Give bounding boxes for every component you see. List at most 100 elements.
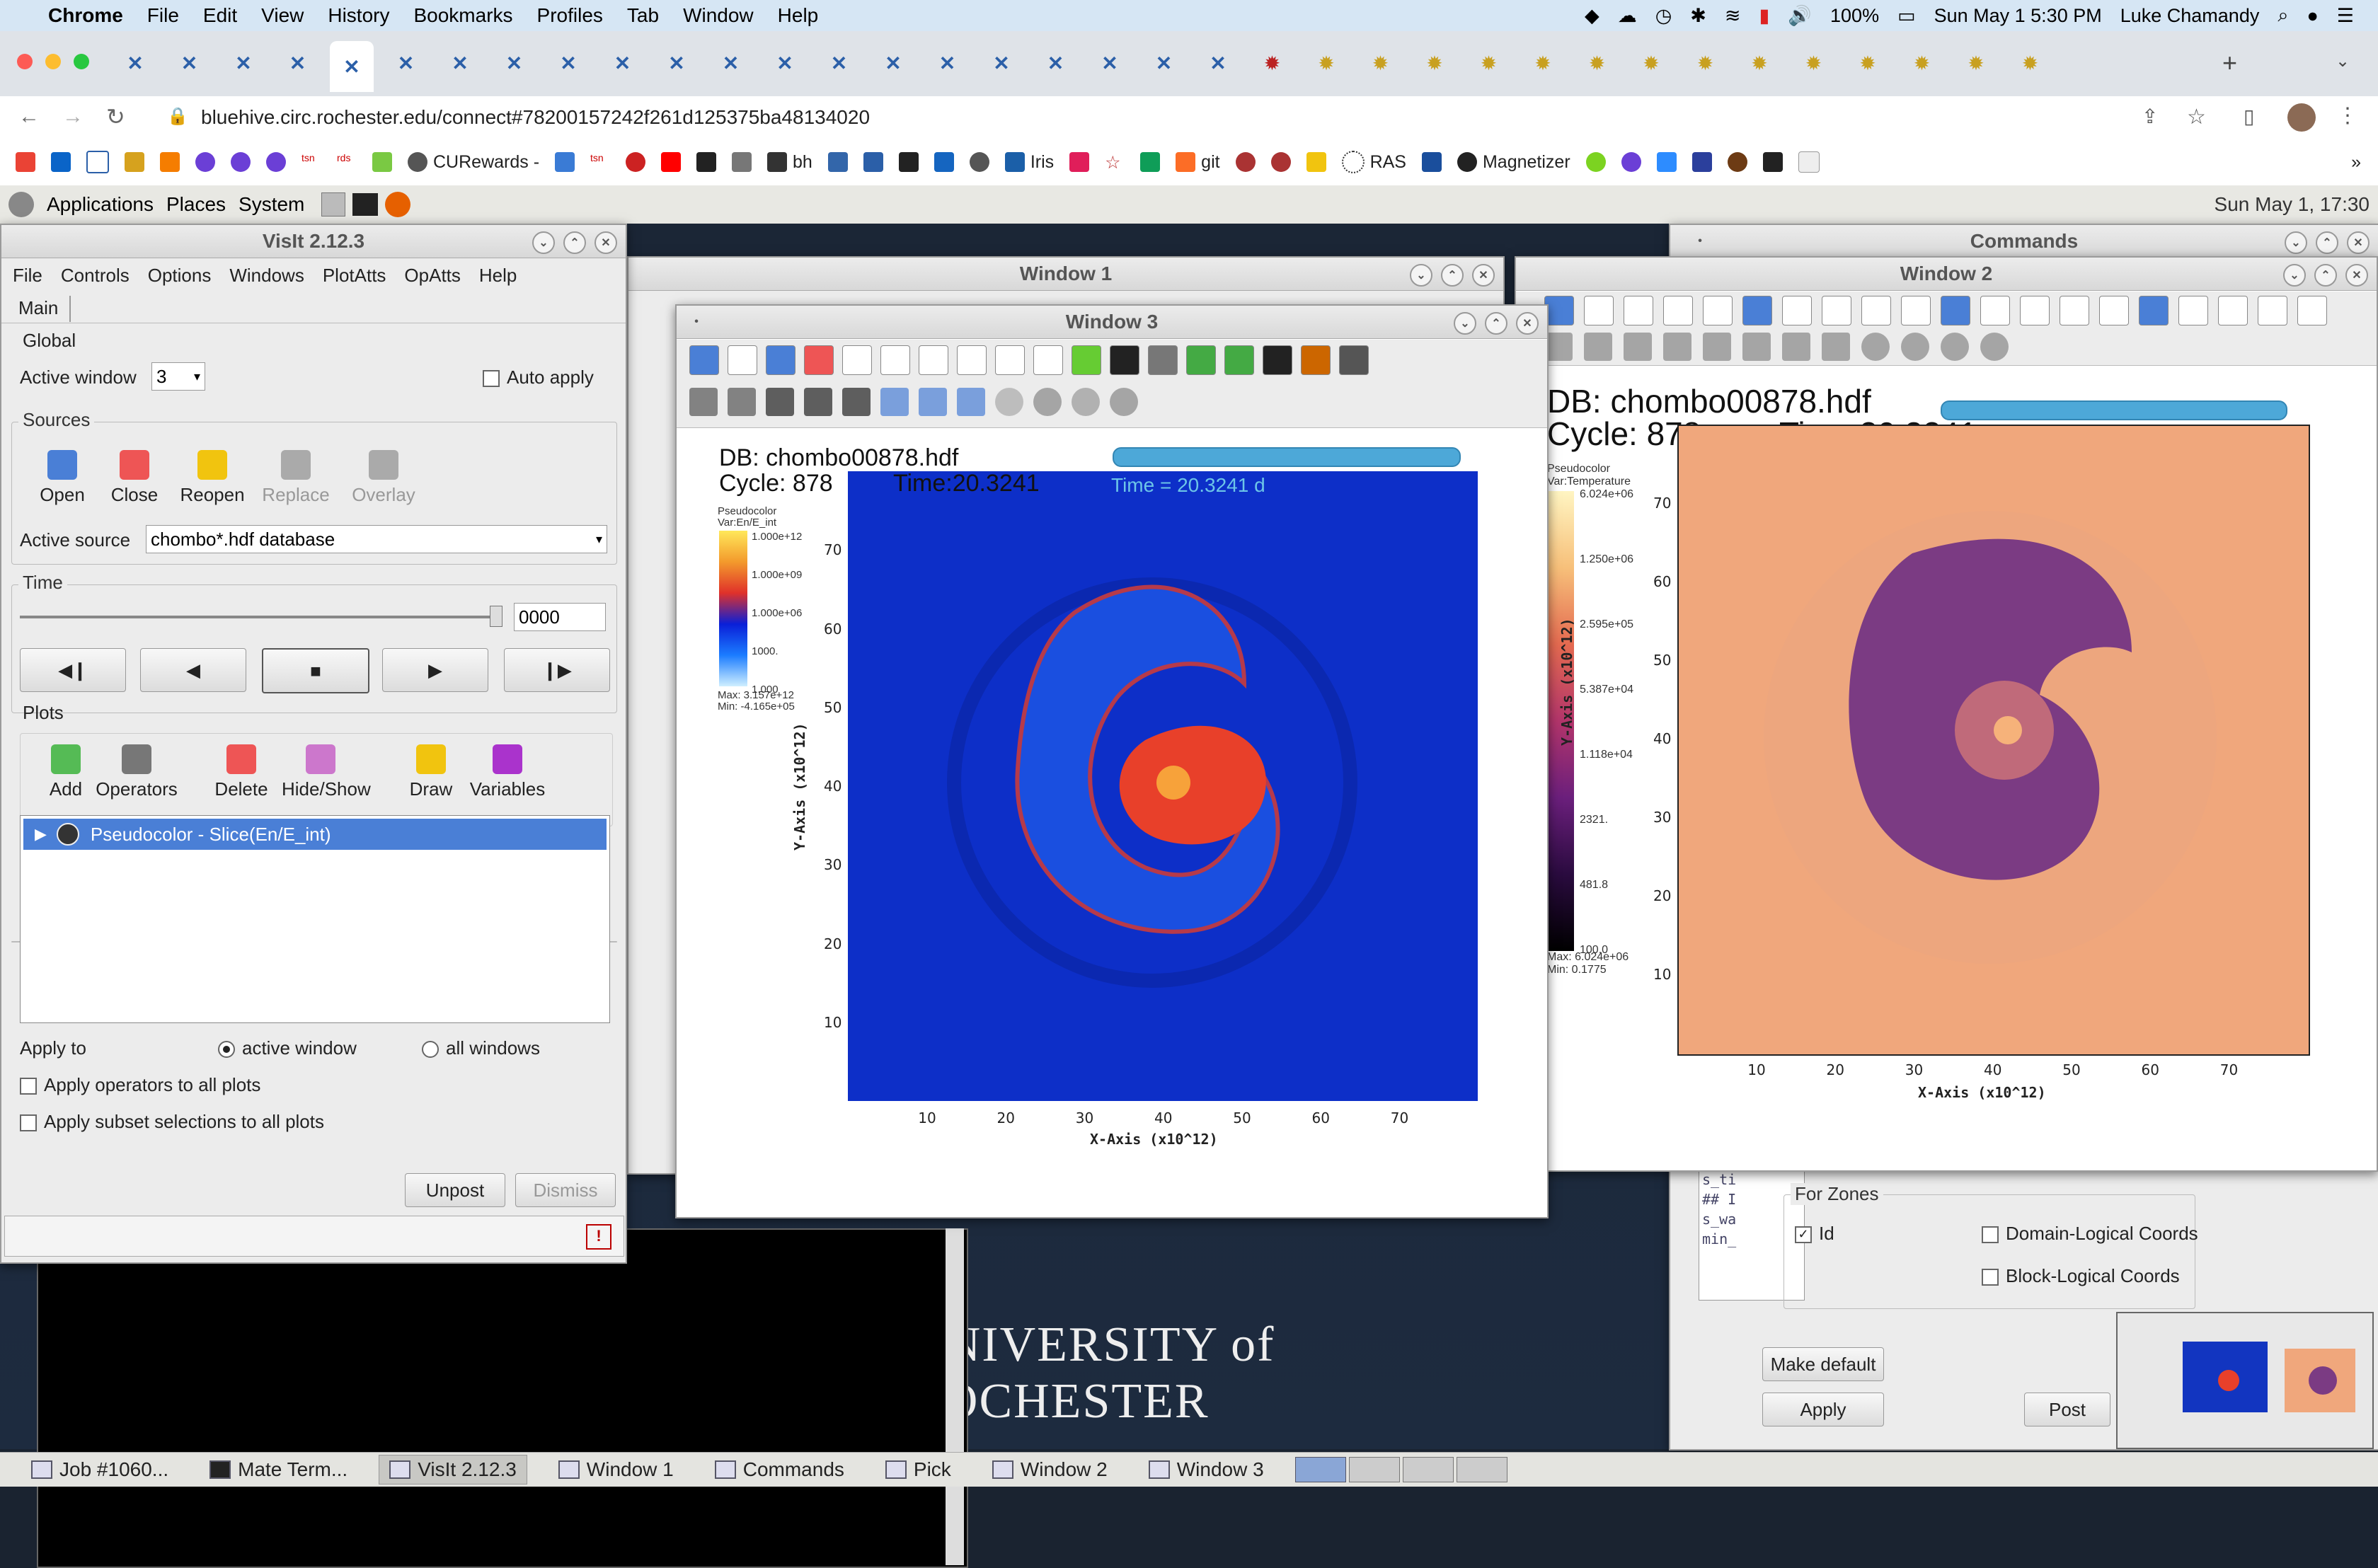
bookmark-bh[interactable]: bh bbox=[767, 152, 812, 173]
bookmark-shield-icon[interactable] bbox=[898, 152, 919, 172]
browser-tab[interactable]: ✕ bbox=[1034, 41, 1078, 85]
toolbar-mode-icon[interactable] bbox=[689, 388, 718, 416]
toolbar-tool-icon[interactable] bbox=[1703, 296, 1733, 325]
workspace-switcher[interactable] bbox=[1294, 1457, 1507, 1482]
menu-view[interactable]: View bbox=[261, 4, 304, 27]
delete-plot-button[interactable]: Delete bbox=[202, 740, 280, 811]
bookmark-zoom-icon[interactable] bbox=[1656, 152, 1677, 172]
active-window-select[interactable]: 3 ▾ bbox=[151, 362, 205, 391]
all-windows-radio[interactable]: all windows bbox=[422, 1037, 540, 1059]
toolbar-mode-icon[interactable] bbox=[1033, 388, 1062, 416]
browser-tab[interactable]: ✹ bbox=[1900, 41, 1944, 85]
browser-tab[interactable]: ✹ bbox=[1304, 41, 1348, 85]
menu-edit[interactable]: Edit bbox=[203, 4, 237, 27]
post-button[interactable]: Post bbox=[2024, 1393, 2110, 1426]
toolbar-tool-icon[interactable] bbox=[2139, 296, 2169, 325]
toolbar-mode-icon[interactable] bbox=[919, 388, 947, 416]
toolbar-mode-icon[interactable] bbox=[1941, 333, 1969, 361]
toolbar-tool-icon[interactable] bbox=[2297, 296, 2327, 325]
bookmark-a3-icon[interactable] bbox=[266, 152, 286, 172]
browser-tab[interactable]: ✕ bbox=[1196, 41, 1240, 85]
toolbar-mode-icon[interactable] bbox=[995, 388, 1023, 416]
launcher-firefox-icon[interactable] bbox=[385, 192, 411, 217]
close-window-dot[interactable] bbox=[17, 54, 33, 69]
toolbar-tool-icon[interactable] bbox=[1782, 296, 1812, 325]
url-field[interactable]: bluehive.circ.rochester.edu/connect#7820… bbox=[201, 106, 870, 129]
expand-triangle-icon[interactable]: ▶ bbox=[35, 825, 47, 843]
task-window1[interactable]: Window 1 bbox=[548, 1455, 684, 1484]
tab-search-chevron-icon[interactable]: ⌄ bbox=[2336, 51, 2350, 71]
browser-tab[interactable]: ✕ bbox=[1088, 41, 1132, 85]
bookmark-rds-icon[interactable]: rds bbox=[337, 152, 357, 172]
browser-tab[interactable]: ✹ bbox=[1846, 41, 1890, 85]
replace-source-button[interactable]: Replace bbox=[260, 444, 331, 515]
menu-tab[interactable]: Tab bbox=[627, 4, 659, 27]
step-back-button[interactable]: ◀❙ bbox=[20, 648, 126, 692]
toolbar-tool-icon[interactable] bbox=[2020, 296, 2050, 325]
visit-close-icon[interactable]: ✕ bbox=[594, 231, 617, 254]
launcher-terminal-icon[interactable] bbox=[352, 193, 379, 216]
plot-list-item[interactable]: ▶ Pseudocolor - Slice(En/E_int) bbox=[23, 819, 607, 850]
domain-logical-checkbox[interactable]: Domain-Logical Coords bbox=[1982, 1223, 2198, 1245]
toolbar-tool-icon[interactable] bbox=[1072, 345, 1101, 375]
toolbar-tool-icon[interactable] bbox=[1584, 296, 1614, 325]
toolbar-tool-icon[interactable] bbox=[1339, 345, 1369, 375]
bookmark-grid-icon[interactable] bbox=[1798, 151, 1820, 173]
bookmark-sheets-icon[interactable] bbox=[1140, 152, 1161, 172]
bookmark-globe-icon[interactable] bbox=[969, 152, 989, 172]
play-reverse-button[interactable]: ◀ bbox=[140, 648, 246, 692]
bookmark-bean-icon[interactable] bbox=[1727, 152, 1747, 172]
browser-tab[interactable]: ✕ bbox=[113, 41, 157, 85]
time-slider-track[interactable] bbox=[20, 616, 501, 618]
browser-tab[interactable]: ✕ bbox=[763, 41, 807, 85]
bookmark-git[interactable]: git bbox=[1176, 152, 1220, 173]
browser-tab[interactable]: ✹ bbox=[1521, 41, 1565, 85]
bookmark-qr-icon[interactable] bbox=[696, 152, 717, 172]
bookmark-star2-icon[interactable]: ☆ bbox=[1105, 152, 1125, 173]
task-window2[interactable]: Window 2 bbox=[982, 1455, 1118, 1484]
toolbar-mode-icon[interactable] bbox=[1861, 333, 1890, 361]
toolbar-mode-icon[interactable] bbox=[1072, 388, 1100, 416]
browser-tab[interactable]: ✹ bbox=[1792, 41, 1836, 85]
toolbar-mode-icon[interactable] bbox=[1703, 333, 1731, 361]
browser-tab[interactable]: ✕ bbox=[330, 41, 374, 92]
block-logical-checkbox[interactable]: Block-Logical Coords bbox=[1982, 1265, 2180, 1287]
window2-plot[interactable] bbox=[1677, 425, 2310, 1056]
close-source-button[interactable]: Close bbox=[99, 444, 170, 515]
commands-pin-icon[interactable]: • bbox=[1690, 231, 1710, 251]
plot-list[interactable]: ▶ Pseudocolor - Slice(En/E_int) bbox=[20, 815, 610, 1023]
toolbar-mode-icon[interactable] bbox=[728, 388, 756, 416]
make-default-button[interactable]: Make default bbox=[1762, 1347, 1884, 1381]
sidepanel-icon[interactable]: ▯ bbox=[2244, 105, 2254, 128]
draw-plot-button[interactable]: Draw bbox=[392, 740, 470, 811]
bookmark-photo-icon[interactable] bbox=[732, 152, 752, 172]
window1-minimize-icon[interactable]: ⌄ bbox=[1410, 264, 1432, 287]
toolbar-mode-icon[interactable] bbox=[766, 388, 794, 416]
browser-tab[interactable]: ✹ bbox=[1737, 41, 1781, 85]
toolbar-mode-icon[interactable] bbox=[1584, 333, 1612, 361]
menu-file[interactable]: File bbox=[147, 4, 179, 27]
toolbar-tool-icon[interactable] bbox=[1861, 296, 1891, 325]
bookmark-tsn2-icon[interactable]: tsn bbox=[590, 152, 611, 172]
toolbar-tool-icon[interactable] bbox=[1110, 345, 1139, 375]
window1-close-icon[interactable]: ✕ bbox=[1472, 264, 1495, 287]
menu-applications[interactable]: Applications bbox=[47, 193, 154, 216]
menu-history[interactable]: History bbox=[328, 4, 389, 27]
browser-tab[interactable]: ✕ bbox=[1142, 41, 1186, 85]
toolbar-tool-icon[interactable] bbox=[2060, 296, 2089, 325]
time-slider-handle[interactable] bbox=[490, 606, 502, 627]
profile-avatar[interactable] bbox=[2287, 103, 2316, 132]
window3-pin-icon[interactable]: • bbox=[687, 312, 706, 332]
browser-tab[interactable]: ✕ bbox=[546, 41, 590, 85]
toolbar-tool-icon[interactable] bbox=[957, 345, 987, 375]
toolbar-tool-icon[interactable] bbox=[1186, 345, 1216, 375]
toolbar-tool-icon[interactable] bbox=[2218, 296, 2248, 325]
toolbar-mode-icon[interactable] bbox=[1663, 333, 1691, 361]
apply-subset-checkbox[interactable]: Apply subset selections to all plots bbox=[20, 1111, 324, 1133]
commands-maximize-icon[interactable]: ⌃ bbox=[2316, 231, 2338, 254]
visit-titlebar[interactable]: VisIt 2.12.3 ⌄ ⌃ ✕ bbox=[1, 225, 626, 258]
bookmark-curewards[interactable]: CURewards - bbox=[408, 152, 539, 173]
bookmark-doc-icon[interactable] bbox=[1691, 152, 1712, 172]
bookmark-a1-icon[interactable] bbox=[195, 152, 215, 172]
toolbar-mode-icon[interactable] bbox=[957, 388, 985, 416]
